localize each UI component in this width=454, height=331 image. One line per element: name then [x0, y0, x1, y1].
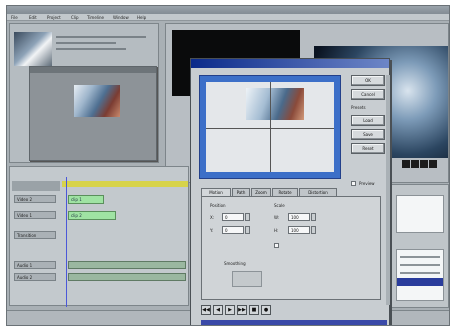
app-window: File Edit Project Clip Timeline Window H…	[6, 5, 450, 326]
menu-edit[interactable]: Edit	[29, 15, 37, 20]
fast-forward-icon[interactable]: ▶▶	[237, 305, 247, 315]
audio-clip[interactable]	[68, 273, 186, 281]
video-clip[interactable]: clip 2	[68, 211, 116, 220]
menu-project[interactable]: Project	[47, 15, 61, 20]
smoothing-label: Smoothing	[224, 261, 246, 266]
preview-image	[246, 88, 304, 120]
menu-clip[interactable]: Clip	[71, 15, 79, 20]
stop-icon[interactable]: ■	[249, 305, 259, 315]
load-button[interactable]: Load	[351, 115, 385, 126]
video-clip[interactable]: clip 1	[68, 195, 104, 204]
audio-clip[interactable]	[68, 261, 186, 269]
w-spinner[interactable]	[311, 213, 316, 221]
h-spinner[interactable]	[311, 226, 316, 234]
stop-icon[interactable]	[411, 160, 419, 168]
rewind-icon[interactable]: ◀◀	[201, 305, 211, 315]
track-label[interactable]: Audio 2	[14, 273, 56, 281]
playhead[interactable]	[66, 177, 67, 307]
track-label[interactable]: Video 1	[14, 211, 56, 219]
track-label[interactable]: Audio 1	[14, 261, 56, 269]
project-text-line	[56, 48, 126, 50]
timeline-ruler[interactable]	[62, 181, 188, 187]
reset-button[interactable]: Reset	[351, 143, 385, 154]
preview-checkbox[interactable]	[351, 181, 356, 186]
smoothing-box[interactable]	[232, 271, 262, 287]
selected-list-item[interactable]	[397, 278, 443, 286]
y-spinner[interactable]	[245, 226, 250, 234]
x-field[interactable]: 0	[222, 213, 244, 221]
y-field[interactable]: 0	[222, 226, 244, 234]
info-box	[396, 195, 444, 233]
preview-canvas[interactable]	[206, 82, 334, 172]
side-panel	[389, 184, 449, 308]
monitor-controls	[402, 160, 446, 170]
floating-preview-window[interactable]	[29, 66, 157, 161]
x-spinner[interactable]	[245, 213, 250, 221]
timeline-header	[12, 181, 60, 191]
floating-window-titlebar[interactable]	[30, 67, 156, 73]
guide-line-vertical	[270, 82, 271, 172]
h-field-label: H:	[274, 228, 279, 233]
scale-group-label: Scale	[274, 203, 285, 208]
menu-help[interactable]: Help	[137, 15, 146, 20]
position-group-label: Position	[210, 203, 226, 208]
menu-file[interactable]: File	[11, 15, 18, 20]
step-back-icon[interactable]: ◀	[213, 305, 223, 315]
list-item[interactable]	[400, 256, 440, 258]
save-button[interactable]: Save	[351, 129, 385, 140]
h-field[interactable]: 100	[288, 226, 310, 234]
cancel-button[interactable]: Cancel	[351, 89, 385, 100]
transport-controls: ◀◀ ◀ ▶ ▶▶ ■ ●	[201, 305, 291, 317]
dialog-title-bar[interactable]	[191, 59, 389, 68]
x-field-label: X:	[210, 215, 215, 220]
y-field-label: Y:	[210, 228, 214, 233]
w-field[interactable]: 100	[288, 213, 310, 221]
track-label[interactable]: Video 2	[14, 195, 56, 203]
app-title-bar	[7, 6, 449, 14]
app-menu-bar: File Edit Project Clip Timeline Window H…	[7, 14, 449, 21]
menu-window[interactable]: Window	[113, 15, 129, 20]
dialog-scrub-bar[interactable]	[201, 320, 387, 325]
w-field-label: W:	[274, 215, 280, 220]
motion-preview	[199, 75, 341, 179]
motion-settings-dialog: OK Cancel Presets Load Save Reset Previe…	[190, 58, 390, 325]
play-icon[interactable]: ▶	[225, 305, 235, 315]
play-icon[interactable]	[402, 160, 410, 168]
dialog-scrollbar[interactable]	[386, 75, 390, 305]
aspect-checkbox[interactable]	[274, 243, 279, 248]
tab-panel: Position X: 0 Y: 0 Scale W: 100 H: 100 S…	[201, 196, 381, 300]
timeline-panel: Video 2 Video 1 Transition Audio 1 Audio…	[9, 166, 189, 307]
list-item[interactable]	[400, 272, 440, 274]
preview-image	[74, 85, 120, 117]
loop-icon[interactable]	[429, 160, 437, 168]
project-text-line	[56, 36, 146, 38]
step-icon[interactable]	[420, 160, 428, 168]
menu-timeline[interactable]: Timeline	[87, 15, 104, 20]
clip-thumbnail[interactable]	[14, 32, 52, 66]
preview-checkbox-label: Preview	[359, 181, 375, 186]
presets-label: Presets	[351, 105, 366, 110]
ok-button[interactable]: OK	[351, 75, 385, 86]
project-text-line	[56, 42, 116, 44]
track-label[interactable]: Transition	[14, 231, 56, 239]
history-list[interactable]	[396, 249, 444, 301]
list-item[interactable]	[400, 264, 440, 266]
record-icon[interactable]: ●	[261, 305, 271, 315]
